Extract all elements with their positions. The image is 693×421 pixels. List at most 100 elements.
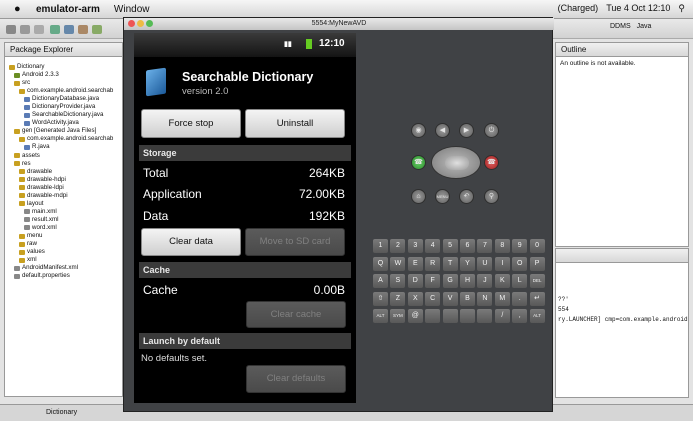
key[interactable]: C	[425, 291, 441, 306]
key[interactable]: N	[477, 291, 493, 306]
search-icon[interactable]: ⚲	[484, 189, 499, 204]
key[interactable]: V	[442, 291, 458, 306]
avd-icon[interactable]	[64, 25, 74, 34]
uninstall-button[interactable]: Uninstall	[245, 109, 345, 138]
tree-item[interactable]: main.xml	[9, 208, 113, 216]
perspective-java[interactable]: Java	[637, 23, 652, 30]
key[interactable]: A	[373, 274, 388, 289]
tree-item[interactable]: DictionaryDatabase.java	[9, 95, 113, 103]
end-call-icon[interactable]: ☎	[484, 155, 499, 170]
perspective-ddms[interactable]: DDMS	[610, 23, 631, 30]
key[interactable]: H	[460, 274, 475, 289]
key[interactable]	[442, 309, 458, 324]
key[interactable]: Z	[390, 291, 406, 306]
force-stop-button[interactable]: Force stop	[141, 109, 241, 138]
key[interactable]: U	[477, 256, 493, 271]
dpad-center[interactable]	[445, 156, 469, 170]
tree-item[interactable]: default.properties	[9, 272, 113, 280]
key[interactable]: W	[390, 256, 406, 271]
key[interactable]: P	[529, 256, 545, 271]
tree-item[interactable]: res	[9, 160, 113, 168]
key[interactable]: J	[477, 274, 493, 289]
tree-item[interactable]: com.example.android.searchab	[9, 87, 113, 95]
tree-item[interactable]: assets	[9, 152, 113, 160]
apple-icon[interactable]: ●	[14, 3, 26, 15]
tree-item[interactable]: menu	[9, 232, 113, 240]
key[interactable]: X	[407, 291, 423, 306]
tree-item[interactable]: Android 2.3.3	[9, 71, 113, 79]
key[interactable]: 6	[460, 239, 475, 253]
key[interactable]: 9	[512, 239, 528, 253]
home-icon[interactable]: ⌂	[411, 189, 426, 204]
tree-item[interactable]: R.java	[9, 143, 113, 151]
key[interactable]: 7	[477, 239, 493, 253]
key[interactable]: .	[512, 291, 528, 306]
key[interactable]: @	[407, 309, 423, 324]
key[interactable]: T	[442, 256, 458, 271]
tree-item[interactable]: gen [Generated Java Files]	[9, 127, 113, 135]
call-icon[interactable]: ☎	[411, 155, 426, 170]
dpad[interactable]	[431, 146, 481, 179]
key[interactable]: 1	[373, 239, 388, 253]
key[interactable]: I	[494, 256, 510, 271]
tree-item[interactable]: raw	[9, 240, 113, 248]
tree-item[interactable]: src	[9, 79, 113, 87]
debug-icon[interactable]	[92, 25, 102, 34]
key[interactable]: 2	[390, 239, 406, 253]
move-to-sd-button[interactable]: Move to SD card	[245, 228, 345, 256]
key[interactable]: S	[390, 274, 406, 289]
key[interactable]: B	[460, 291, 475, 306]
key[interactable]: /	[494, 309, 510, 324]
back-icon[interactable]: ↶	[459, 189, 474, 204]
run-icon[interactable]	[78, 25, 88, 34]
key[interactable]: 0	[529, 239, 545, 253]
key[interactable]: ⇧	[373, 291, 388, 306]
spotlight-icon[interactable]: ⚲	[678, 3, 685, 14]
clock[interactable]: Tue 4 Oct 12:10	[606, 3, 670, 14]
key[interactable]	[425, 309, 441, 324]
key[interactable]: 4	[425, 239, 441, 253]
tree-item[interactable]: drawable-mdpi	[9, 192, 113, 200]
tree-item[interactable]: WordActivity.java	[9, 119, 113, 127]
tree-item[interactable]: DictionaryProvider.java	[9, 103, 113, 111]
new-icon[interactable]	[6, 25, 16, 34]
key[interactable]: DEL	[529, 274, 545, 289]
tree-item[interactable]: drawable	[9, 168, 113, 176]
key[interactable]	[460, 309, 475, 324]
tree-item[interactable]: drawable-hdpi	[9, 176, 113, 184]
tree-item[interactable]: word.xml	[9, 224, 113, 232]
key[interactable]: ALT	[529, 309, 545, 324]
tree-item[interactable]: layout	[9, 200, 113, 208]
tree-item[interactable]: Dictionary	[9, 63, 113, 71]
tree-item[interactable]: AndroidManifest.xml	[9, 264, 113, 272]
camera-icon[interactable]: ◉	[411, 123, 426, 138]
tree-item[interactable]: SearchableDictionary.java	[9, 111, 113, 119]
key[interactable]: Q	[373, 256, 388, 271]
key[interactable]: SYM	[390, 309, 406, 324]
window-menu[interactable]: Window	[114, 4, 150, 15]
key[interactable]: L	[512, 274, 528, 289]
menu-button[interactable]: MENU	[435, 189, 450, 204]
key[interactable]: G	[442, 274, 458, 289]
key[interactable]: K	[494, 274, 510, 289]
key[interactable]: M	[494, 291, 510, 306]
key[interactable]: E	[407, 256, 423, 271]
key[interactable]: ↵	[529, 291, 545, 306]
volume-up-icon[interactable]: ▶	[459, 123, 474, 138]
key[interactable]: 5	[442, 239, 458, 253]
tree-item[interactable]: result.xml	[9, 216, 113, 224]
key[interactable]: ALT	[373, 309, 388, 324]
save-icon[interactable]	[20, 25, 30, 34]
key[interactable]: D	[407, 274, 423, 289]
volume-down-icon[interactable]: ◀	[435, 123, 450, 138]
power-icon[interactable]: ⏻	[484, 123, 499, 138]
close-icon[interactable]	[128, 20, 135, 27]
tree-item[interactable]: drawable-ldpi	[9, 184, 113, 192]
minimize-icon[interactable]	[137, 20, 144, 27]
key[interactable]: Y	[460, 256, 475, 271]
clear-data-button[interactable]: Clear data	[141, 228, 241, 256]
key[interactable]	[477, 309, 493, 324]
tree-item[interactable]: values	[9, 248, 113, 256]
app-menu[interactable]: emulator-arm	[36, 4, 100, 15]
clear-defaults-button[interactable]: Clear defaults	[246, 365, 346, 393]
